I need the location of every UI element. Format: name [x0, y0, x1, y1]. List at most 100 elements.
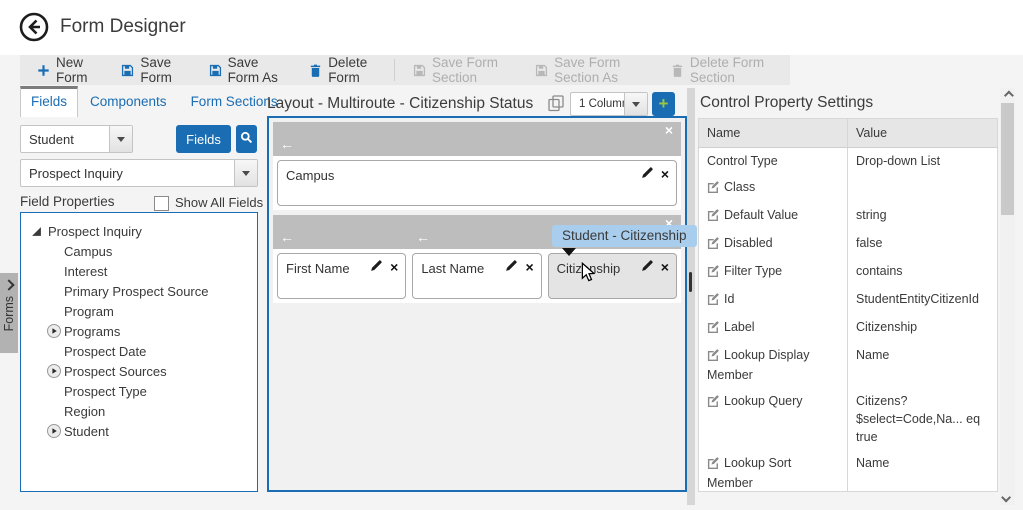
- layout-column-header[interactable]: ←: [273, 136, 681, 154]
- trash-icon: [309, 64, 322, 77]
- vertical-scrollbar[interactable]: [1000, 88, 1015, 505]
- tree-item-programs[interactable]: Programs: [31, 321, 257, 341]
- tree-item-label: Campus: [64, 244, 112, 259]
- add-section-button[interactable]: +: [652, 92, 675, 116]
- tree-item-prospect-sources[interactable]: Prospect Sources: [31, 361, 257, 381]
- fields-button[interactable]: Fields: [176, 125, 231, 153]
- edit-property-icon[interactable]: [707, 264, 720, 282]
- splitter-handle[interactable]: [689, 272, 692, 292]
- edit-field-icon[interactable]: [505, 259, 518, 275]
- layout-field-campus[interactable]: Campus×: [277, 160, 677, 206]
- property-row-control-type[interactable]: Control TypeDrop-down List: [699, 148, 997, 174]
- edit-field-icon[interactable]: [370, 259, 383, 275]
- field-tree: Prospect Inquiry Campus InterestPrimary Pr…: [20, 212, 258, 492]
- move-left-arrow-icon[interactable]: ←: [416, 229, 430, 245]
- property-row-label[interactable]: LabelCitizenship: [699, 314, 997, 342]
- tree-item-prospect-type[interactable]: Prospect Type: [31, 381, 257, 401]
- edit-property-icon[interactable]: [707, 394, 720, 412]
- toolbar-button-delete-form[interactable]: Delete Form: [296, 55, 389, 85]
- layout-field-first-name[interactable]: First Name×: [277, 253, 406, 299]
- tree-item-campus[interactable]: Campus: [31, 241, 257, 261]
- property-row-filter-type[interactable]: Filter Typecontains: [699, 258, 997, 286]
- tree-item-label: Prospect Date: [64, 344, 146, 359]
- property-name: Id: [699, 286, 847, 314]
- scroll-down-icon[interactable]: [1000, 490, 1015, 505]
- property-row-class[interactable]: Class: [699, 174, 997, 202]
- collapse-icon[interactable]: [31, 226, 42, 237]
- section-header-band[interactable]: ×←: [273, 122, 681, 156]
- property-row-lookup-display-member[interactable]: Lookup Display MemberName: [699, 342, 997, 388]
- property-value: Name: [847, 342, 997, 388]
- edit-property-icon[interactable]: [707, 292, 720, 310]
- remove-field-icon[interactable]: ×: [661, 261, 669, 274]
- tab-fields[interactable]: Fields: [20, 86, 78, 117]
- layout-column: Campus×: [277, 160, 677, 206]
- column-count-dropdown[interactable]: 1 Column: [570, 92, 648, 116]
- edit-property-icon[interactable]: [707, 180, 720, 198]
- toolbar-button-label: Delete Form Section: [690, 55, 773, 85]
- form-dropdown[interactable]: Prospect Inquiry: [20, 159, 258, 187]
- property-row-lookup-query[interactable]: Lookup QueryCitizens?$select=Code,Na... …: [699, 388, 997, 450]
- edit-property-icon[interactable]: [707, 456, 720, 474]
- scroll-up-icon[interactable]: [1000, 88, 1015, 103]
- forms-slideout-tab[interactable]: Forms: [0, 273, 18, 353]
- layout-field-last-name[interactable]: Last Name×: [412, 253, 541, 299]
- save-icon: [413, 64, 426, 77]
- page-title: Form Designer: [60, 16, 186, 38]
- expand-icon[interactable]: [47, 424, 61, 438]
- tree-item-prospect-inquiry[interactable]: Prospect Inquiry: [31, 221, 257, 241]
- chevron-down-icon[interactable]: [234, 160, 257, 186]
- layout-column-header[interactable]: ←: [273, 229, 409, 247]
- edit-property-icon[interactable]: [707, 348, 720, 366]
- entity-dropdown[interactable]: Student: [20, 125, 133, 153]
- chevron-down-icon[interactable]: [624, 93, 647, 115]
- remove-field-icon[interactable]: ×: [661, 168, 669, 181]
- column-header-name: Name: [699, 119, 847, 147]
- property-row-disabled[interactable]: Disabledfalse: [699, 230, 997, 258]
- remove-field-icon[interactable]: ×: [390, 261, 398, 274]
- toolbar-button-new-form[interactable]: New Form: [24, 55, 108, 85]
- edit-property-icon[interactable]: [707, 208, 720, 226]
- expand-icon[interactable]: [47, 324, 61, 338]
- property-row-lookup-sort-member[interactable]: Lookup Sort MemberName: [699, 450, 997, 492]
- tree-item-region[interactable]: Region: [31, 401, 257, 421]
- expand-icon[interactable]: [47, 364, 61, 378]
- edit-field-icon[interactable]: [641, 166, 654, 182]
- back-button[interactable]: [18, 11, 50, 43]
- property-row-id[interactable]: IdStudentEntityCitizenId: [699, 286, 997, 314]
- tree-item-student[interactable]: Student: [31, 421, 257, 441]
- property-name: Label: [699, 314, 847, 342]
- property-name: Disabled: [699, 230, 847, 258]
- search-button[interactable]: [236, 125, 257, 153]
- toolbar-button-save-form-as[interactable]: Save Form As: [196, 55, 297, 85]
- property-table-header: Name Value: [699, 119, 997, 148]
- tree-item-interest[interactable]: Interest: [31, 261, 257, 281]
- panel-splitter[interactable]: [687, 88, 695, 505]
- layout-canvas: ×←Campus××←←←First Name×Last Name×Citize…: [267, 116, 687, 492]
- edit-field-icon[interactable]: [641, 259, 654, 275]
- move-left-arrow-icon[interactable]: ←: [280, 136, 294, 152]
- edit-property-icon[interactable]: [707, 320, 720, 338]
- tree-item-program[interactable]: Program: [31, 301, 257, 321]
- left-panel-tabs: FieldsComponentsForm Sections: [20, 86, 290, 117]
- edit-property-icon[interactable]: [707, 236, 720, 254]
- remove-field-icon[interactable]: ×: [525, 261, 533, 274]
- copy-layout-icon[interactable]: [547, 94, 565, 112]
- tab-components[interactable]: Components: [78, 86, 179, 117]
- chevron-down-icon[interactable]: [109, 126, 132, 152]
- property-value: Citizens?$select=Code,Na... eq true: [847, 388, 997, 450]
- property-row-default-value[interactable]: Default Valuestring: [699, 202, 997, 230]
- show-all-fields-checkbox[interactable]: [154, 196, 169, 211]
- layout-field-citizenship[interactable]: Citizenship×: [548, 253, 677, 299]
- tree-item-prospect-date[interactable]: Prospect Date: [31, 341, 257, 361]
- move-left-arrow-icon[interactable]: ←: [280, 229, 294, 245]
- property-value: contains: [847, 258, 997, 286]
- layout-column-header[interactable]: ←: [409, 229, 545, 247]
- toolbar: New FormSave FormSave Form AsDelete Form…: [20, 55, 790, 85]
- toolbar-button-label: Save Form Section: [432, 55, 509, 85]
- scrollbar-thumb[interactable]: [1001, 103, 1014, 215]
- property-name: Class: [699, 174, 847, 202]
- trash-icon: [671, 64, 684, 77]
- tree-item-primary-prospect-source[interactable]: Primary Prospect Source: [31, 281, 257, 301]
- toolbar-button-save-form[interactable]: Save Form: [108, 55, 195, 85]
